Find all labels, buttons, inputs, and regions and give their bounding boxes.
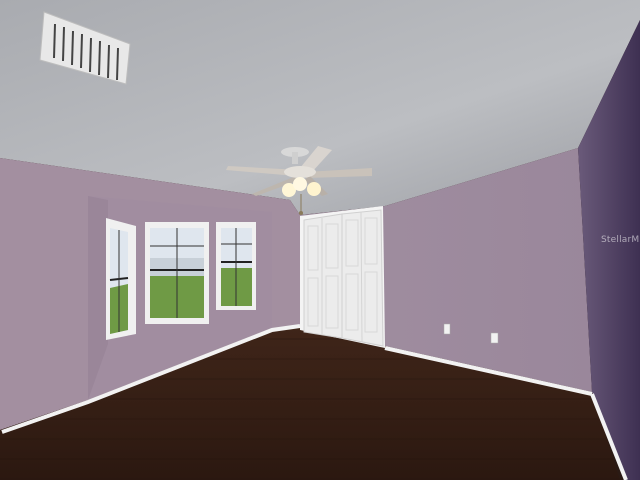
room-illustration	[0, 0, 640, 480]
bedroom-photo: StellarMLS	[0, 0, 640, 480]
wall-outlet-icon	[443, 323, 451, 335]
window-right	[216, 222, 256, 310]
wall-outlet-icon	[490, 332, 499, 344]
closet-doors	[300, 206, 385, 348]
window-center	[145, 222, 209, 324]
window-left	[106, 218, 136, 340]
watermark: StellarMLS	[601, 235, 640, 245]
